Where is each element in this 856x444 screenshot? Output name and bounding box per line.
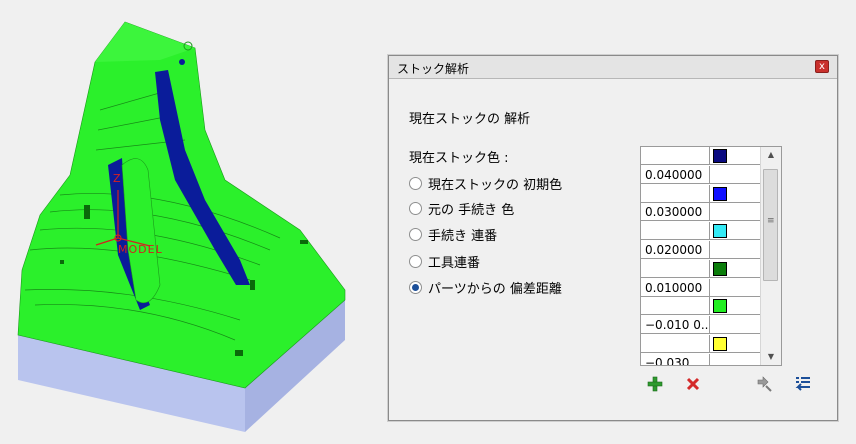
scale-color-cell[interactable]: [710, 241, 761, 259]
section-title: 現在ストックの 解析: [409, 112, 531, 127]
scale-row[interactable]: −0.030: [641, 353, 761, 365]
scale-row[interactable]: [641, 297, 761, 316]
scale-color-cell[interactable]: [710, 335, 761, 353]
scale-color-cell[interactable]: [710, 259, 761, 278]
settings-button[interactable]: [793, 374, 813, 394]
scale-color-cell[interactable]: [710, 165, 761, 184]
radio-indicator[interactable]: [409, 227, 422, 241]
scale-value-cell[interactable]: [641, 335, 710, 353]
radio-original-procedure-color[interactable]: 元の 手続き 色: [409, 198, 514, 218]
scale-scrollbar[interactable]: ▲ ≡ ▼: [760, 147, 781, 365]
scroll-down-icon[interactable]: ▼: [765, 351, 777, 363]
color-swatch[interactable]: [713, 186, 727, 201]
scale-value-cell[interactable]: [641, 222, 710, 241]
radio-label: 工具連番: [428, 255, 481, 271]
hole-marker: [179, 59, 185, 65]
radio-initial-color[interactable]: 現在ストックの 初期色: [409, 173, 562, 193]
color-swatch[interactable]: [713, 149, 727, 163]
axis-z-label: Z: [113, 172, 121, 185]
scale-value-cell[interactable]: [641, 184, 710, 203]
scroll-up-icon[interactable]: ▲: [765, 149, 777, 161]
3d-viewport[interactable]: Z MODEL: [0, 0, 380, 444]
scale-value-cell[interactable]: [641, 147, 710, 165]
scale-value-cell[interactable]: 0.030000: [641, 203, 710, 222]
apply-arrow-icon: [757, 376, 772, 392]
scale-value-cell[interactable]: [641, 297, 710, 316]
scale-value-cell[interactable]: 0.020000: [641, 241, 710, 259]
scale-row[interactable]: [641, 184, 761, 204]
scale-color-cell[interactable]: [710, 222, 761, 241]
delete-level-button[interactable]: [683, 374, 703, 394]
close-button[interactable]: x: [815, 60, 829, 73]
scale-value-cell[interactable]: 0.040000: [641, 165, 710, 184]
dialog-title: ストック解析: [397, 62, 470, 76]
radio-procedure-sequence[interactable]: 手続き 連番: [409, 224, 497, 244]
radio-label: パーツからの 偏差距離: [428, 281, 562, 297]
scale-row[interactable]: [641, 259, 761, 279]
stock-color-label: 現在ストック色 :: [409, 151, 509, 166]
scale-color-cell[interactable]: [710, 316, 761, 335]
list-settings-icon: [795, 377, 810, 391]
scale-color-cell[interactable]: [710, 278, 761, 297]
scale-value-cell[interactable]: −0.030: [641, 353, 710, 365]
radio-tool-sequence[interactable]: 工具連番: [409, 251, 480, 271]
scale-value-cell[interactable]: −0.010 0...: [641, 316, 710, 335]
scale-color-cell[interactable]: [710, 203, 761, 222]
delete-x-icon: [686, 377, 700, 391]
scale-row[interactable]: 0.020000: [641, 241, 761, 260]
scale-row[interactable]: 0.040000: [641, 165, 761, 185]
stock-model-render: [17, 21, 346, 432]
plus-icon: [647, 376, 663, 392]
add-level-button[interactable]: [645, 374, 665, 394]
radio-label: 手続き 連番: [428, 228, 498, 244]
radio-indicator[interactable]: [409, 176, 422, 190]
scale-color-cell[interactable]: [710, 297, 761, 316]
stock-analysis-dialog: ストック解析 x 現在ストックの 解析 現在ストック色 : 現在ストックの 初期…: [388, 55, 838, 421]
scale-row[interactable]: 0.030000: [641, 203, 761, 222]
apply-button[interactable]: [754, 374, 774, 394]
surface-green: [17, 21, 346, 389]
scale-value-cell[interactable]: 0.010000: [641, 278, 710, 297]
scale-row[interactable]: [641, 335, 761, 354]
radio-deviation-distance[interactable]: パーツからの 偏差距離: [409, 277, 562, 297]
scale-color-cell[interactable]: [710, 353, 761, 365]
close-icon: x: [819, 61, 825, 72]
radio-indicator[interactable]: [409, 254, 422, 268]
radio-indicator-selected[interactable]: [409, 280, 422, 294]
color-swatch[interactable]: [713, 299, 727, 314]
scale-color-cell[interactable]: [710, 147, 761, 165]
scale-row[interactable]: [641, 147, 761, 166]
grip-icon: ≡: [767, 216, 775, 226]
scale-color-cell[interactable]: [710, 184, 761, 203]
axis-model-label: MODEL: [118, 243, 163, 256]
color-swatch[interactable]: [713, 261, 727, 276]
color-swatch[interactable]: [713, 224, 727, 239]
dialog-titlebar[interactable]: ストック解析 x: [389, 56, 837, 79]
scale-value-cell[interactable]: [641, 259, 710, 278]
color-swatch[interactable]: [713, 337, 727, 351]
radio-indicator[interactable]: [409, 201, 422, 215]
scroll-thumb[interactable]: ≡: [763, 169, 778, 281]
scale-row[interactable]: 0.010000: [641, 278, 761, 298]
radio-label: 現在ストックの 初期色: [428, 177, 563, 193]
color-scale-list[interactable]: 0.040000 0.030000 0.020000 0.010000 −0.010 0…: [640, 146, 782, 366]
scale-row[interactable]: [641, 222, 761, 241]
scale-row[interactable]: −0.010 0...: [641, 316, 761, 335]
radio-label: 元の 手続き 色: [428, 202, 515, 218]
